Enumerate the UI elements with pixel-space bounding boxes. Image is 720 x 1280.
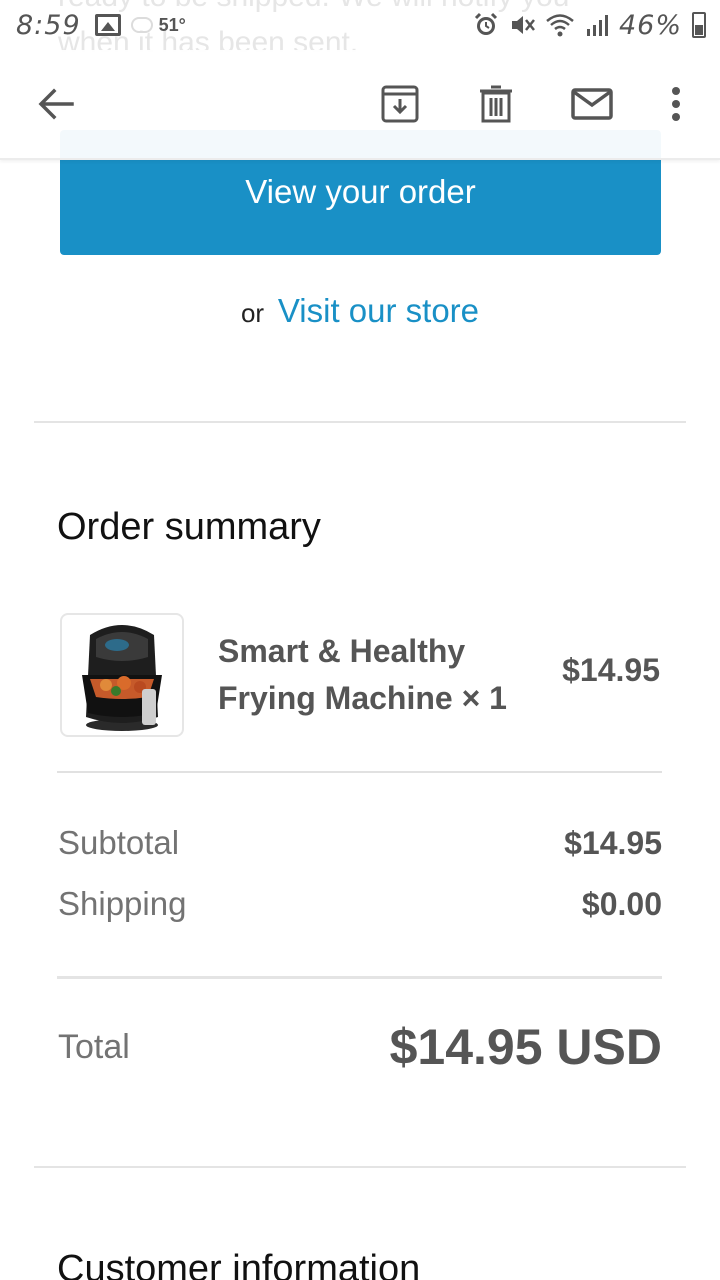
alarm-icon — [473, 12, 499, 38]
visit-store-link[interactable]: Visit our store — [278, 292, 479, 329]
mail-icon — [571, 88, 613, 120]
back-button[interactable] — [34, 82, 78, 126]
status-temperature: 51° — [158, 14, 186, 35]
shipping-label: Shipping — [58, 885, 187, 922]
total-value: $14.95 USD — [389, 1019, 662, 1075]
email-screen: ready to be shipped. We will notify you … — [0, 0, 720, 1280]
status-time: 8:59 — [16, 9, 81, 41]
battery-percent: 46% — [618, 9, 682, 41]
more-vert-icon — [672, 87, 680, 121]
or-text: or — [240, 298, 265, 328]
more-options-button[interactable] — [662, 84, 690, 124]
product-image — [60, 613, 184, 737]
product-price: $14.95 — [562, 652, 660, 688]
battery-icon — [692, 12, 706, 38]
item-divider — [57, 771, 662, 773]
archive-button[interactable] — [380, 84, 420, 124]
delete-icon — [480, 85, 512, 123]
status-icons: 46% — [473, 10, 706, 41]
mute-icon — [509, 12, 535, 38]
subtotal-value: $14.95 — [564, 825, 662, 861]
section-divider — [34, 1166, 686, 1168]
store-link-line: or Visit our store — [0, 292, 720, 330]
total-label: Total — [58, 1028, 130, 1066]
archive-icon — [381, 85, 419, 123]
air-fryer-image — [82, 625, 162, 731]
weather-icon — [130, 17, 153, 33]
shipping-value: $0.00 — [581, 886, 662, 922]
customer-information-title: Customer information — [57, 1248, 421, 1280]
back-arrow-icon — [38, 88, 74, 120]
wifi-icon — [545, 13, 575, 37]
subtotal-label: Subtotal — [58, 824, 180, 861]
signal-icon — [585, 13, 609, 37]
status-bar: 8:59 51° 46% — [0, 0, 720, 50]
mark-unread-button[interactable] — [570, 84, 614, 124]
email-app-bar — [0, 50, 720, 160]
totals-divider — [57, 976, 662, 979]
order-summary-title: Order summary — [57, 506, 321, 548]
product-name: Smart & Healthy Frying Machine × 1 — [218, 633, 507, 716]
section-divider — [34, 421, 686, 423]
delete-button[interactable] — [476, 84, 516, 124]
image-icon — [94, 14, 121, 36]
